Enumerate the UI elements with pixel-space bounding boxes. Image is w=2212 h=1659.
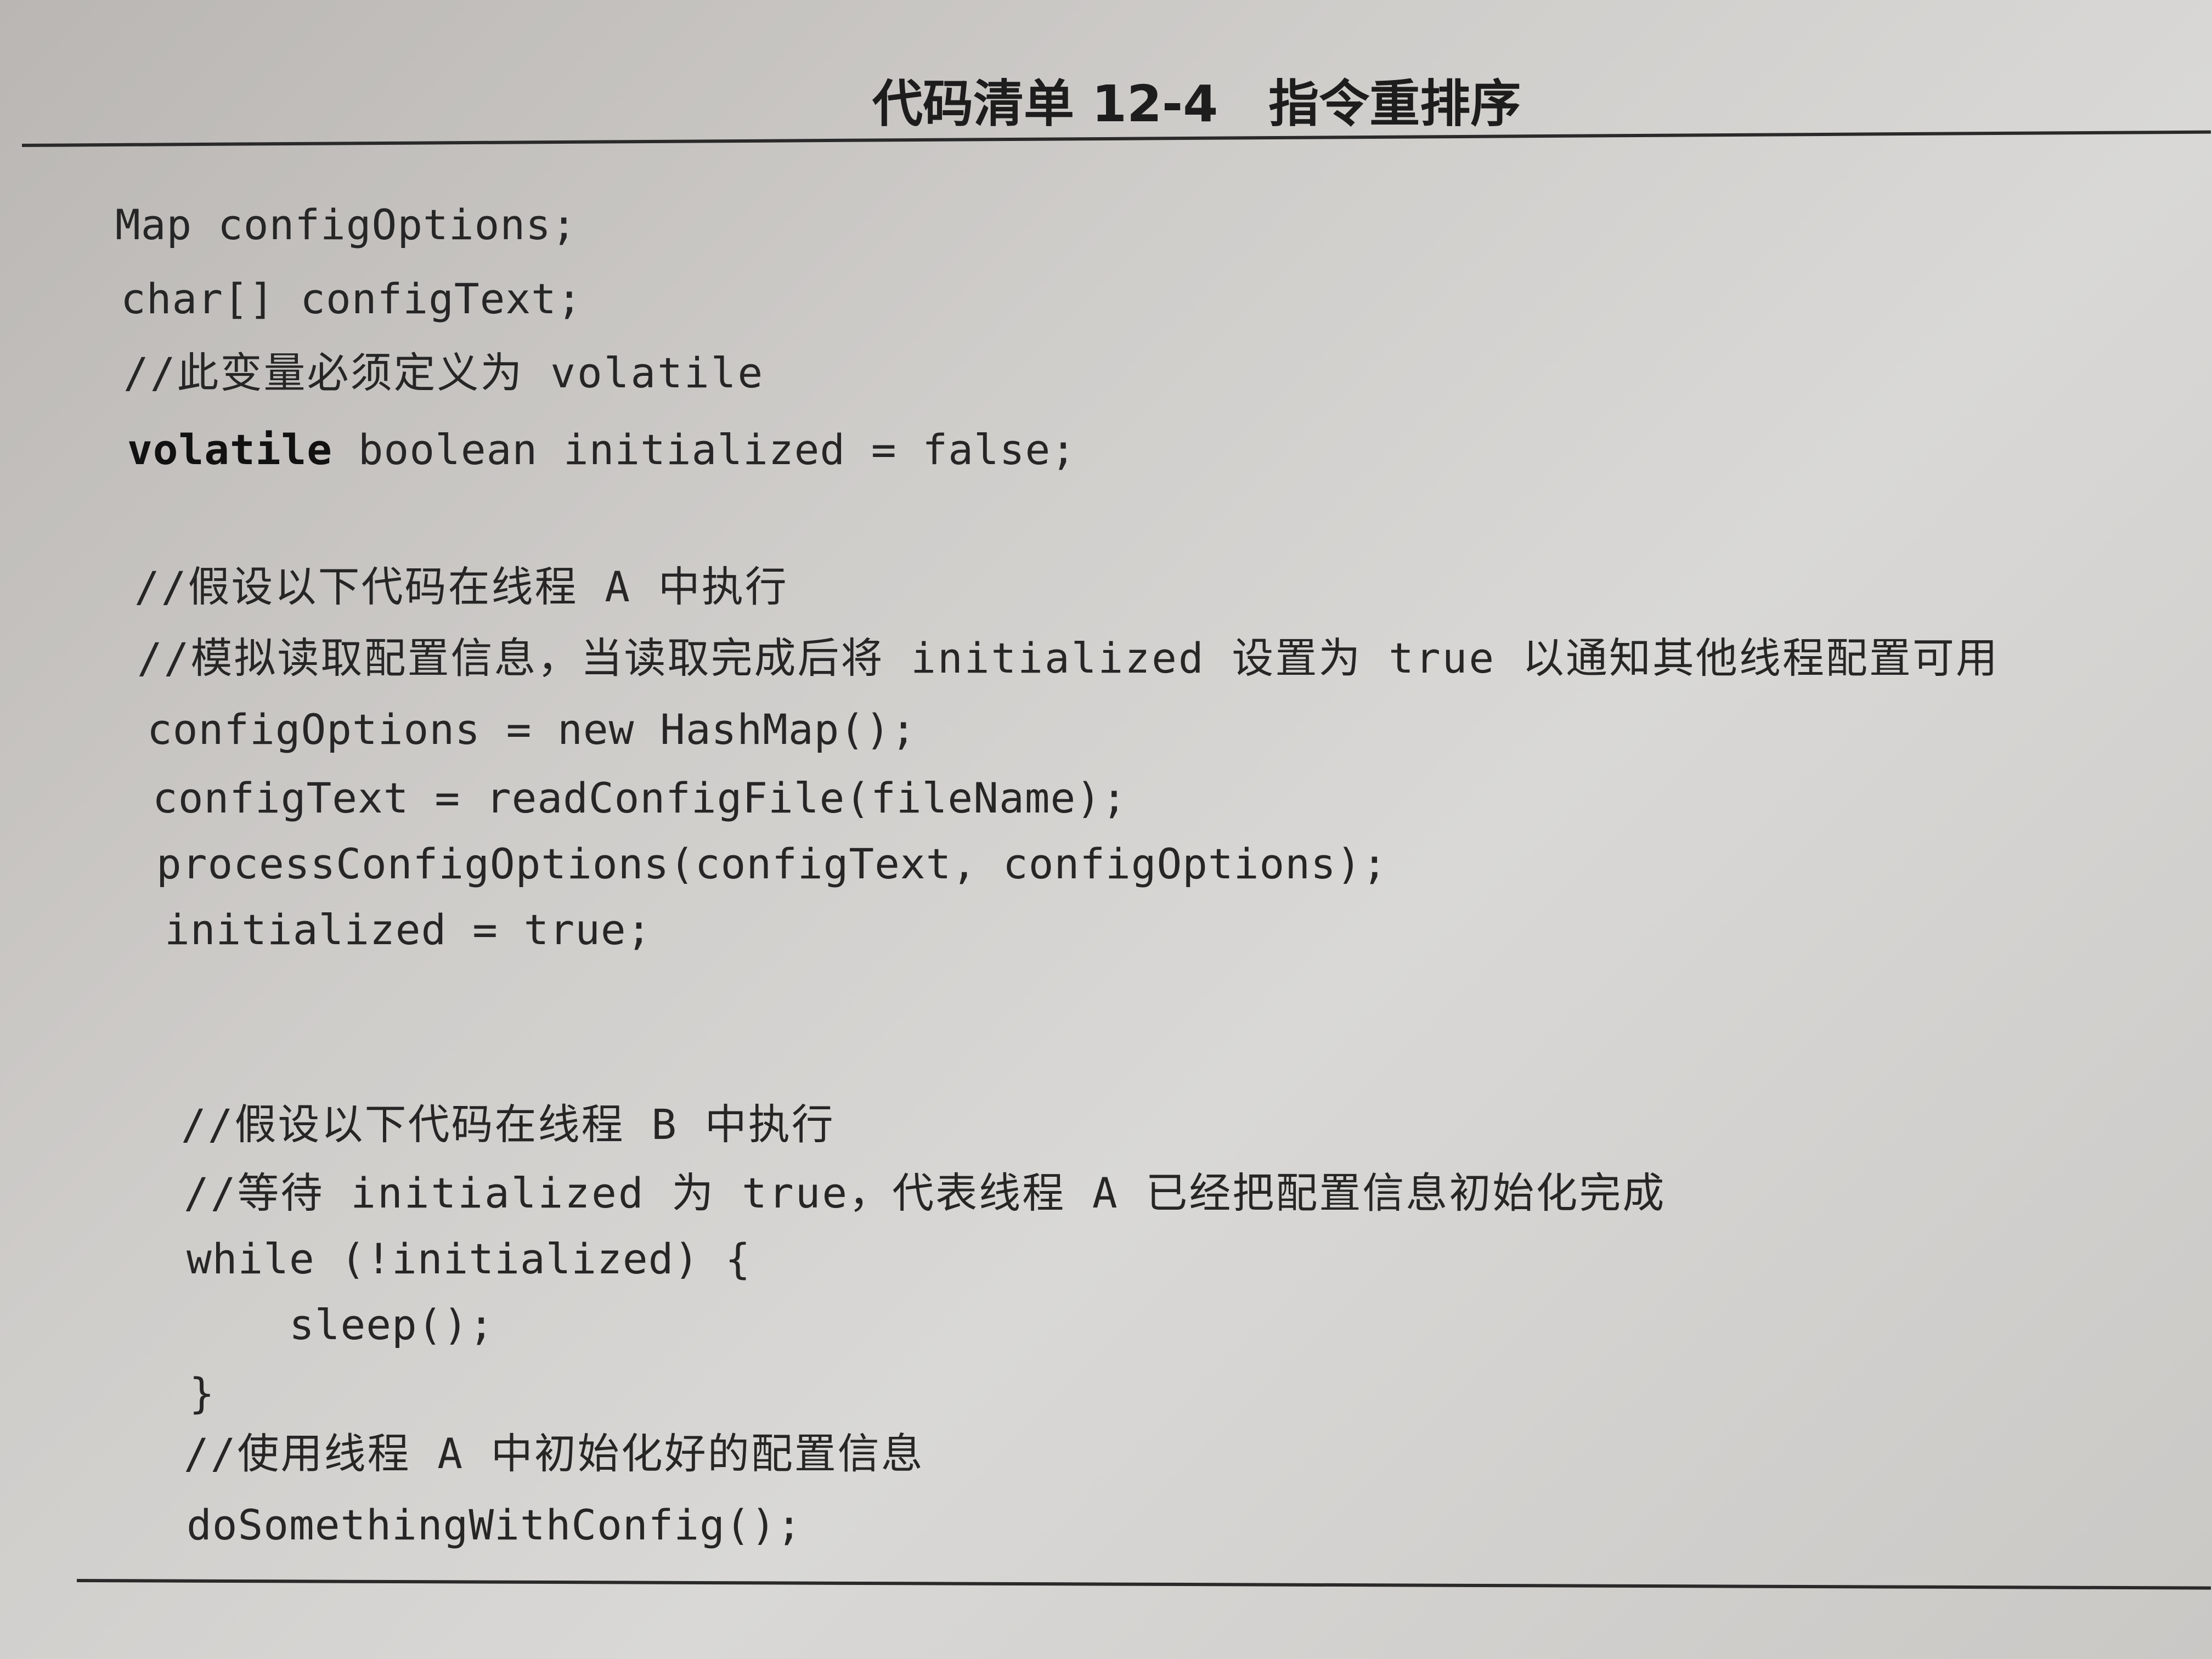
code-listing: Map configOptions; char[] configText; //… xyxy=(0,0,2212,1659)
code-line: doSomethingWithConfig(); xyxy=(187,1500,803,1549)
code-line: volatile boolean initialized = false; xyxy=(127,422,1076,477)
code-line: configText = readConfigFile(fileName); xyxy=(153,774,1127,822)
volatile-keyword: volatile xyxy=(127,425,333,474)
code-line: while (!initialized) { xyxy=(187,1234,751,1283)
code-comment: //假设以下代码在线程 A 中执行 xyxy=(134,562,788,611)
code-line: configOptions = new HashMap(); xyxy=(147,705,917,754)
book-page: 代码清单 12-4 指令重排序 Map configOptions; char[… xyxy=(0,0,2212,1659)
code-line-rest: boolean initialized = false; xyxy=(332,425,1076,474)
code-comment: //使用线程 A 中初始化好的配置信息 xyxy=(184,1429,924,1478)
code-line: initialized = true; xyxy=(165,905,652,954)
code-comment: //假设以下代码在线程 B 中执行 xyxy=(181,1100,835,1149)
code-line: processConfigOptions(configText, configO… xyxy=(156,839,1388,888)
code-line: sleep(); xyxy=(187,1300,495,1349)
code-comment: //等待 initialized 为 true，代表线程 A 已经把配置信息初始… xyxy=(184,1169,1666,1217)
code-comment: //模拟读取配置信息，当读取完成后将 initialized 设置为 true … xyxy=(137,634,1999,682)
code-line: } xyxy=(189,1369,215,1418)
code-line: Map configOptions; xyxy=(115,200,577,249)
code-comment: //此变量必须定义为 volatile xyxy=(123,348,765,397)
code-line: char[] configText; xyxy=(121,274,583,323)
